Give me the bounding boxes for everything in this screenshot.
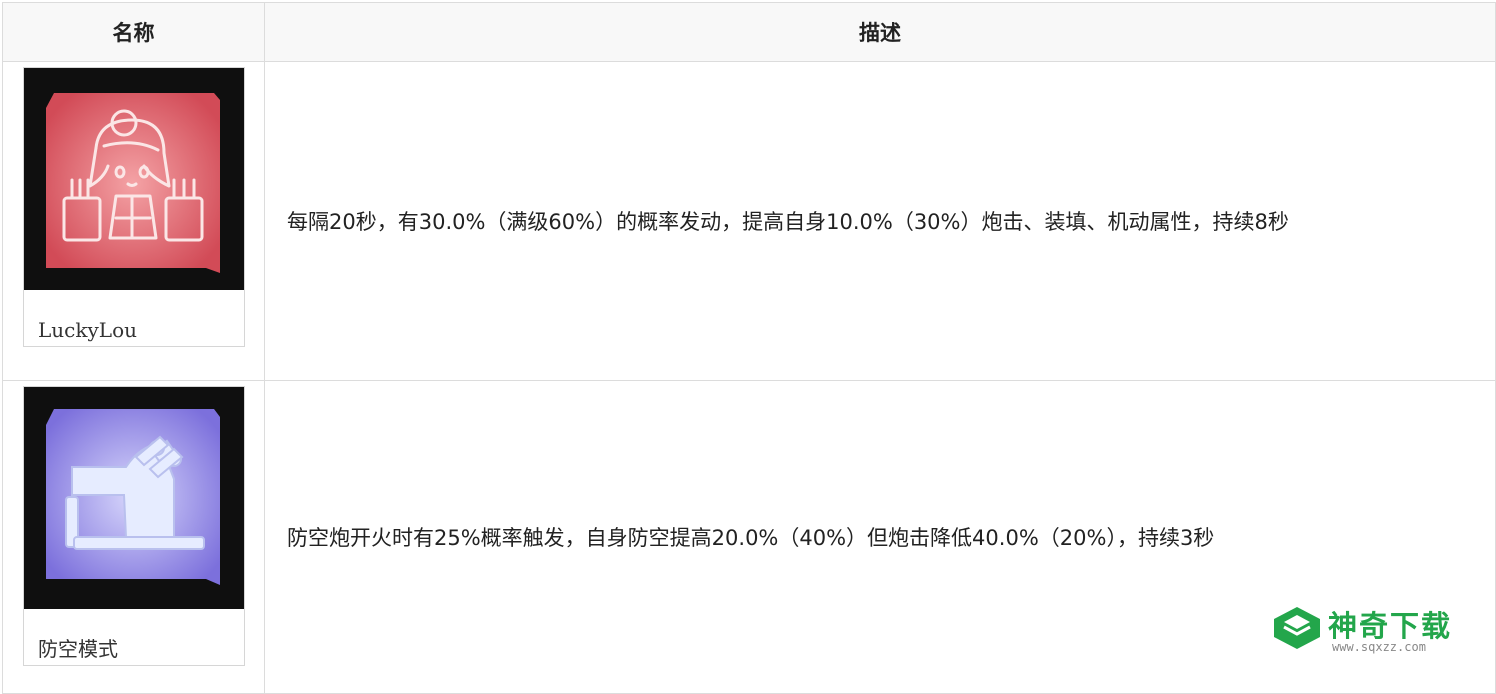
watermark-box-icon <box>1274 607 1320 649</box>
skill-name: LuckyLou <box>38 318 137 342</box>
site-watermark: 神奇下载 www.sqxzz.com <box>1272 603 1472 658</box>
anti-air-gun-icon <box>24 387 244 609</box>
table-header-row: 名称 描述 <box>2 2 1496 62</box>
watermark-url: www.sqxzz.com <box>1332 640 1426 654</box>
skill-table: 名称 描述 LuckyLou 每隔20秒，有30.0%（满级60%）的概率发动，… <box>2 2 1496 694</box>
skill-description: 每隔20秒，有30.0%（满级60%）的概率发动，提高自身10.0%（30%）炮… <box>264 61 1496 381</box>
skill-name-cell: LuckyLou <box>2 61 265 381</box>
lucky-lou-chibi-icon <box>24 68 244 290</box>
column-header-name: 名称 <box>2 2 265 62</box>
skill-name-cell: 防空模式 <box>2 380 265 694</box>
skill-card: LuckyLou <box>23 67 245 347</box>
watermark-title: 神奇下载 <box>1328 609 1453 643</box>
skill-card: 防空模式 <box>23 386 245 666</box>
column-header-description: 描述 <box>264 2 1496 62</box>
skill-name: 防空模式 <box>38 637 118 661</box>
table-row: LuckyLou 每隔20秒，有30.0%（满级60%）的概率发动，提高自身10… <box>2 61 1496 381</box>
